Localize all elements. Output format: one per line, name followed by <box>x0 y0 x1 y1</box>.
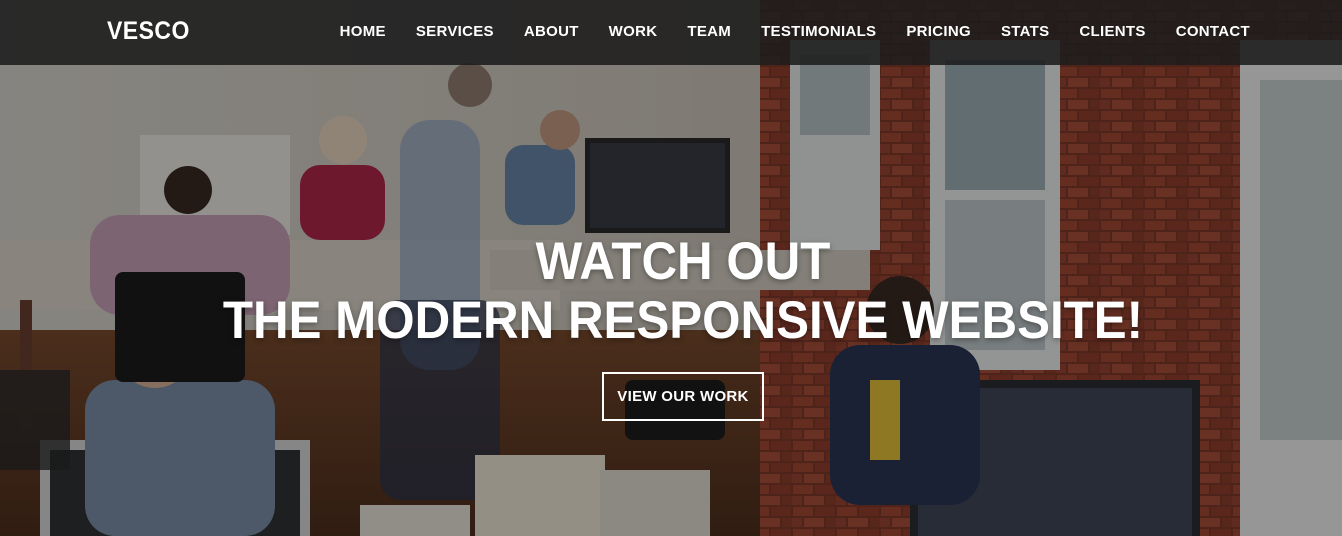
nav-item-home[interactable]: HOME <box>340 23 386 40</box>
brand-logo[interactable]: VESCO <box>107 17 190 46</box>
nav-item-about[interactable]: ABOUT <box>524 23 579 40</box>
main-nav: HOME SERVICES ABOUT WORK TEAM TESTIMONIA… <box>310 0 1250 62</box>
nav-item-clients[interactable]: CLIENTS <box>1079 23 1145 40</box>
hero-headline-line1: WATCH OUT <box>535 232 831 291</box>
view-our-work-button[interactable]: VIEW OUR WORK <box>602 372 764 421</box>
hero-headline-line2: THE MODERN RESPONSIVE WEBSITE! <box>222 291 1144 350</box>
nav-item-contact[interactable]: CONTACT <box>1176 23 1250 40</box>
nav-item-team[interactable]: TEAM <box>687 23 731 40</box>
hero-section: VESCO HOME SERVICES ABOUT WORK TEAM TEST… <box>0 0 1342 536</box>
nav-item-work[interactable]: WORK <box>609 23 658 40</box>
nav-item-pricing[interactable]: PRICING <box>906 23 971 40</box>
nav-item-services[interactable]: SERVICES <box>416 23 494 40</box>
nav-item-stats[interactable]: STATS <box>1001 23 1049 40</box>
nav-item-testimonials[interactable]: TESTIMONIALS <box>761 23 876 40</box>
top-navbar: VESCO HOME SERVICES ABOUT WORK TEAM TEST… <box>0 0 1342 65</box>
